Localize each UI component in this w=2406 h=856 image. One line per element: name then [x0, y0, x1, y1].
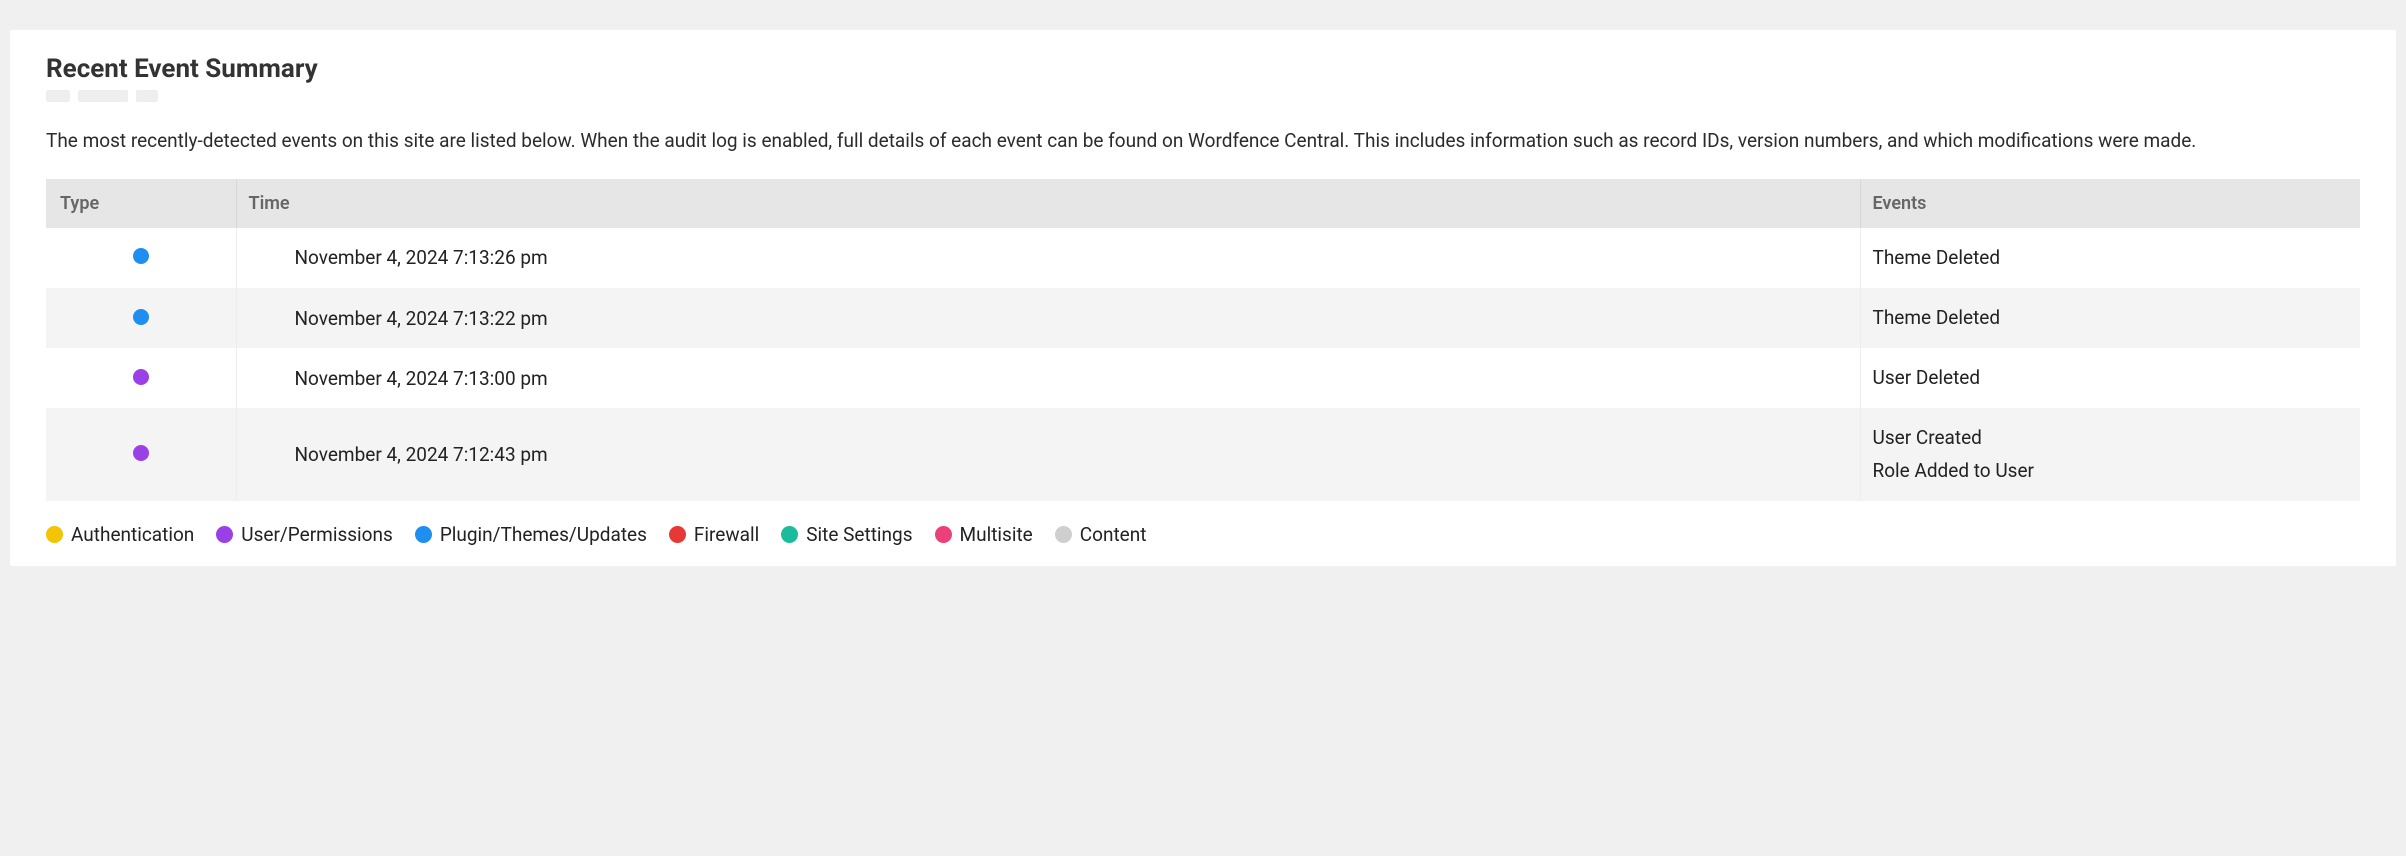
legend-label: Firewall: [694, 523, 759, 546]
row-events-cell: Theme Deleted: [1860, 288, 2360, 348]
legend-item-user-permissions: User/Permissions: [216, 523, 393, 546]
row-time-cell: November 4, 2024 7:13:26 pm: [236, 228, 1860, 288]
event-label: Theme Deleted: [1873, 242, 2349, 274]
legend-item-plugin-themes: Plugin/Themes/Updates: [415, 523, 647, 546]
row-events-cell: User CreatedRole Added to User: [1860, 408, 2360, 501]
legend-dot-icon: [1055, 526, 1072, 543]
category-dot-icon: [133, 445, 149, 461]
column-header-time: Time: [236, 179, 1860, 228]
legend-dot-icon: [46, 526, 63, 543]
legend-item-site-settings: Site Settings: [781, 523, 912, 546]
row-type-cell: [46, 228, 236, 288]
row-type-cell: [46, 348, 236, 408]
legend-dot-icon: [415, 526, 432, 543]
section-description: The most recently-detected events on thi…: [46, 128, 2360, 155]
row-events-cell: Theme Deleted: [1860, 228, 2360, 288]
category-dot-icon: [133, 248, 149, 264]
legend-label: Multisite: [960, 523, 1033, 546]
row-type-cell: [46, 288, 236, 348]
event-label: Role Added to User: [1873, 455, 2349, 487]
table-row: November 4, 2024 7:13:22 pm Theme Deleted: [46, 288, 2360, 348]
legend-dot-icon: [935, 526, 952, 543]
row-time-cell: November 4, 2024 7:13:00 pm: [236, 348, 1860, 408]
column-header-events: Events: [1860, 179, 2360, 228]
event-label: User Deleted: [1873, 362, 2349, 394]
category-legend: Authentication User/Permissions Plugin/The…: [46, 523, 2360, 546]
row-events-cell: User Deleted: [1860, 348, 2360, 408]
legend-item-authentication: Authentication: [46, 523, 194, 546]
table-row: November 4, 2024 7:13:26 pm Theme Deleted: [46, 228, 2360, 288]
legend-dot-icon: [781, 526, 798, 543]
legend-label: User/Permissions: [241, 523, 393, 546]
section-title: Recent Event Summary: [46, 54, 2360, 84]
legend-dot-icon: [669, 526, 686, 543]
event-label: User Created: [1873, 422, 2349, 454]
table-row: November 4, 2024 7:12:43 pmUser CreatedR…: [46, 408, 2360, 501]
subtitle-placeholder: [46, 90, 2360, 102]
row-time-cell: November 4, 2024 7:12:43 pm: [236, 408, 1860, 501]
legend-label: Plugin/Themes/Updates: [440, 523, 647, 546]
column-header-type: Type: [46, 179, 236, 228]
legend-item-multisite: Multisite: [935, 523, 1033, 546]
legend-item-firewall: Firewall: [669, 523, 759, 546]
table-row: November 4, 2024 7:13:00 pm User Deleted: [46, 348, 2360, 408]
event-summary-card: Recent Event Summary The most recently-d…: [10, 30, 2396, 566]
legend-dot-icon: [216, 526, 233, 543]
row-type-cell: [46, 408, 236, 501]
row-time-cell: November 4, 2024 7:13:22 pm: [236, 288, 1860, 348]
legend-label: Authentication: [71, 523, 194, 546]
category-dot-icon: [133, 369, 149, 385]
legend-label: Site Settings: [806, 523, 912, 546]
legend-item-content: Content: [1055, 523, 1147, 546]
legend-label: Content: [1080, 523, 1147, 546]
category-dot-icon: [133, 309, 149, 325]
event-label: Theme Deleted: [1873, 302, 2349, 334]
events-table: Type Time Events November 4, 2024 7:13:2…: [46, 179, 2360, 501]
